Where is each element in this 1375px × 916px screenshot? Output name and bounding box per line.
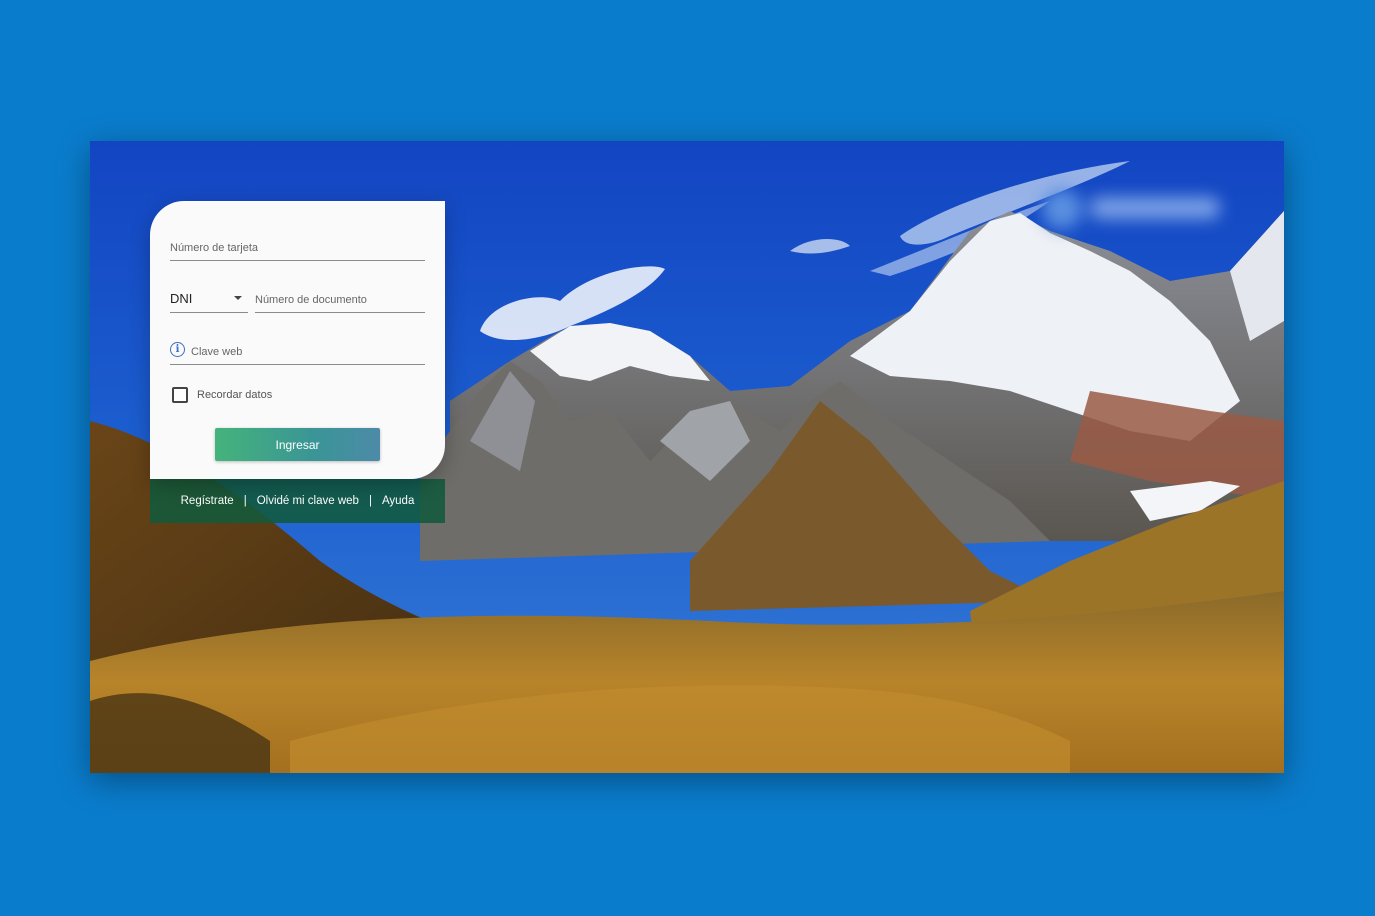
- login-button[interactable]: Ingresar: [215, 428, 380, 461]
- footer-links: Regístrate | Olvidé mi clave web | Ayuda: [150, 479, 445, 523]
- chevron-down-icon: [234, 296, 242, 300]
- card-number-field[interactable]: Número de tarjeta: [170, 231, 425, 261]
- link-separator: |: [243, 495, 247, 507]
- info-icon[interactable]: i: [170, 342, 185, 357]
- logo-wordmark: [1090, 197, 1220, 219]
- forgot-password-link[interactable]: Olvidé mi clave web: [257, 495, 359, 507]
- password-field[interactable]: i Clave web: [170, 335, 425, 365]
- remember-label: Recordar datos: [197, 389, 273, 401]
- document-type-select[interactable]: DNI: [170, 283, 248, 313]
- brand-logo: [1030, 181, 1230, 241]
- link-separator: |: [368, 495, 372, 507]
- help-link[interactable]: Ayuda: [382, 495, 414, 507]
- password-placeholder: Clave web: [191, 346, 243, 358]
- document-type-value: DNI: [170, 291, 193, 306]
- register-link[interactable]: Regístrate: [181, 495, 234, 507]
- card-number-placeholder: Número de tarjeta: [170, 242, 259, 254]
- login-screen: Número de tarjeta DNI Número de document…: [90, 141, 1284, 773]
- document-number-placeholder: Número de documento: [255, 294, 367, 306]
- document-number-field[interactable]: Número de documento: [255, 283, 425, 313]
- remember-checkbox[interactable]: [172, 387, 188, 403]
- logo-mark-icon: [1042, 189, 1082, 229]
- login-form: Número de tarjeta DNI Número de document…: [150, 201, 445, 479]
